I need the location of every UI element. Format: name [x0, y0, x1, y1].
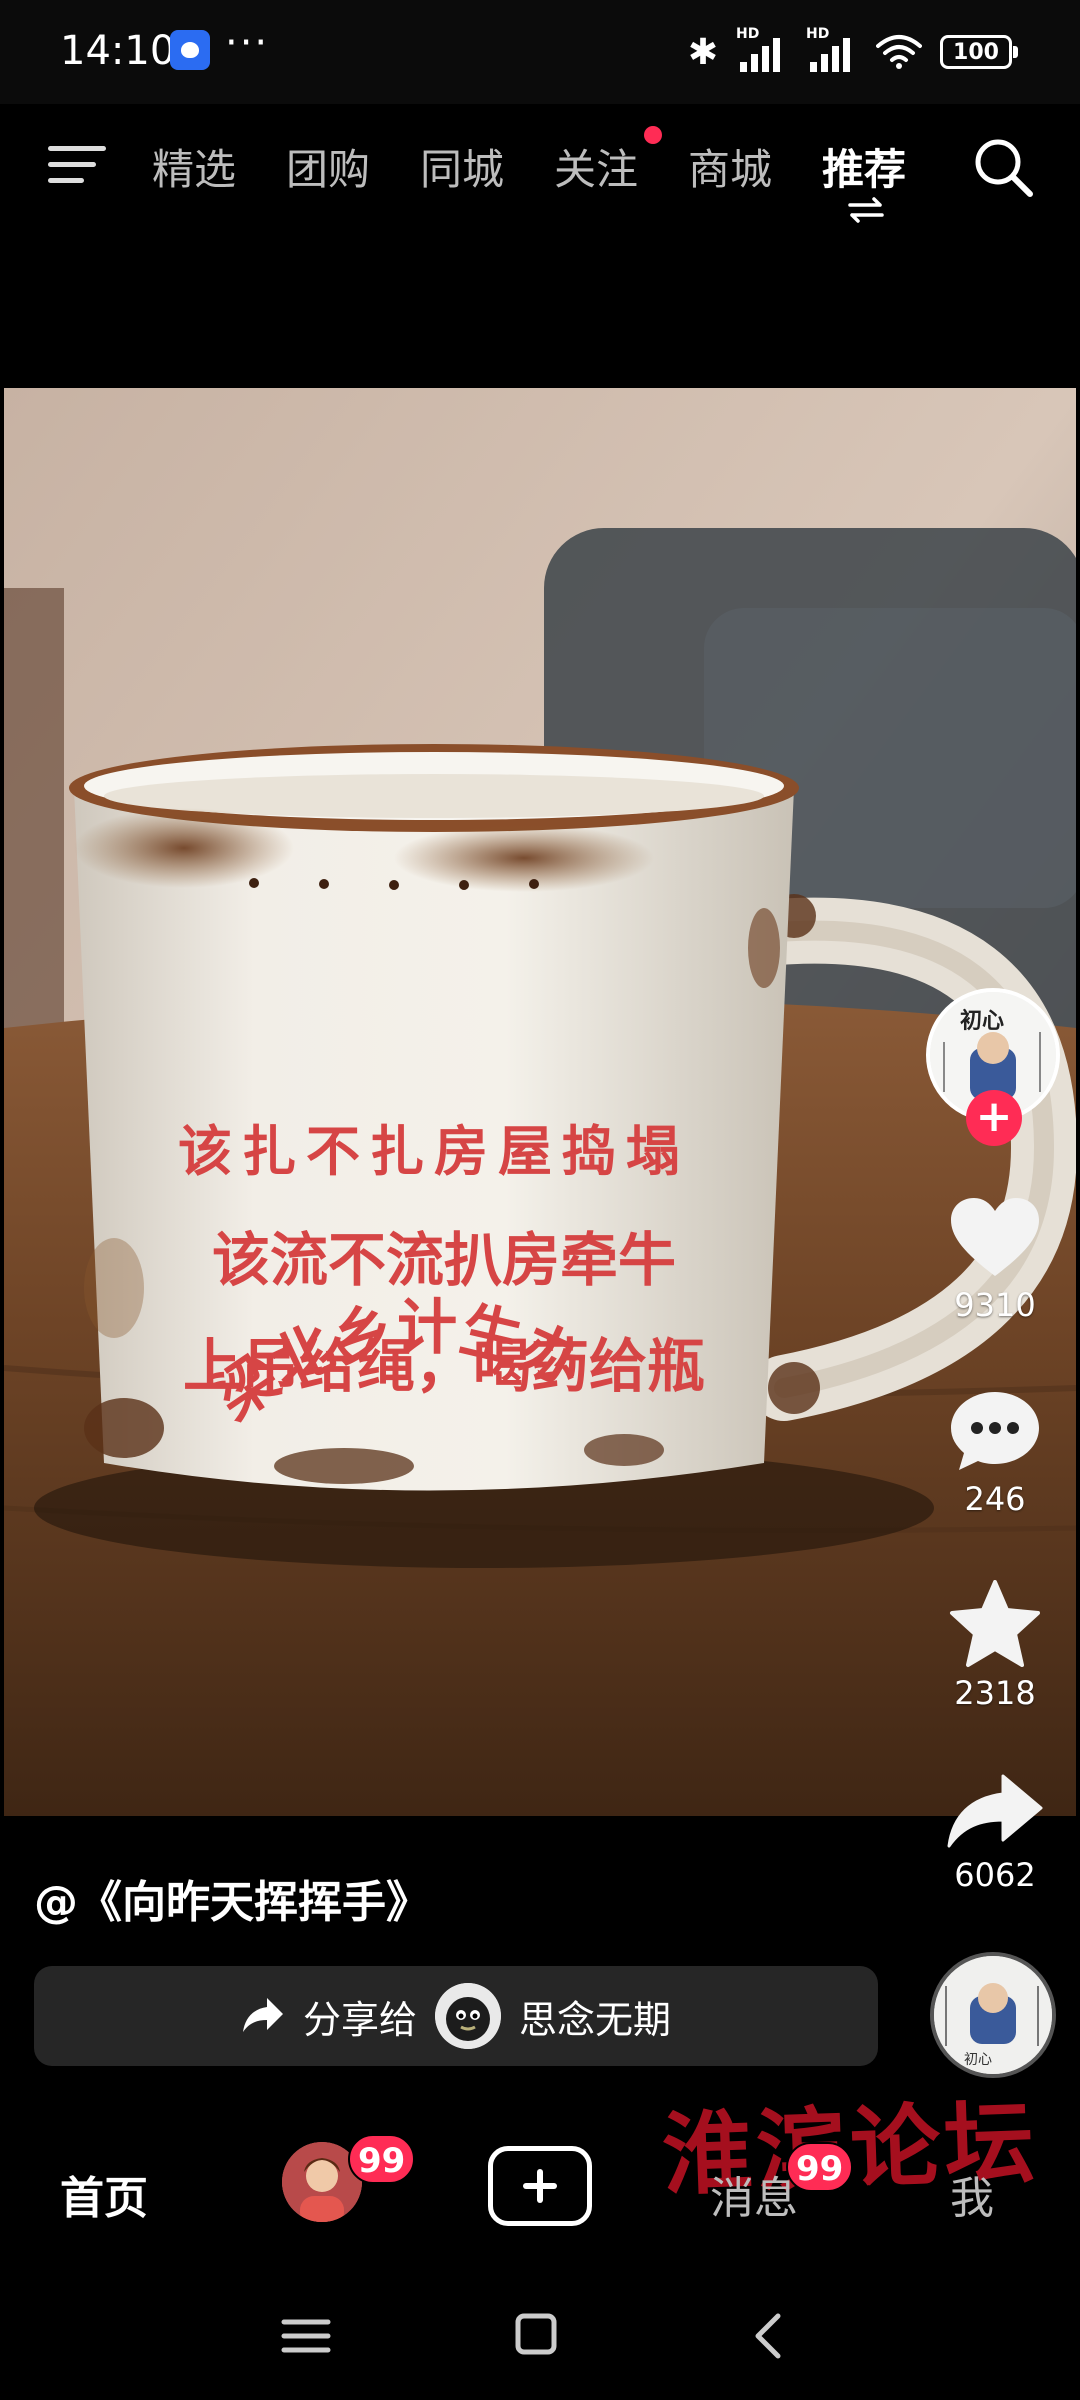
heart-icon[interactable] — [949, 1196, 1041, 1280]
svg-text:初心: 初心 — [960, 1008, 1004, 1034]
tab-group-buy[interactable]: 团购 — [286, 136, 370, 197]
tab-me[interactable]: 我 — [950, 2162, 994, 2226]
favorite-count: 2318 — [954, 1674, 1036, 1712]
add-content-button[interactable] — [488, 2146, 592, 2226]
comment-icon[interactable] — [949, 1388, 1041, 1474]
following-notification-dot — [644, 126, 662, 144]
author-name[interactable]: @《向昨天挥挥手》 — [34, 1866, 430, 1930]
tab-recommend[interactable]: 推荐 — [822, 136, 906, 197]
friends-badge: 99 — [348, 2134, 416, 2184]
bottom-tab-bar: 首页 99 消息 99 我 — [0, 2120, 1080, 2260]
share-action[interactable]: 6062 — [930, 1772, 1060, 1894]
status-bar: 14:10 ··· ✱ HD HD 100 — [0, 0, 1080, 104]
share-to-friend-bar[interactable]: 分享给 思念无期 — [34, 1966, 878, 2066]
favorite-action[interactable]: 2318 — [930, 1580, 1060, 1712]
star-icon[interactable] — [949, 1580, 1041, 1668]
friend-name: 思念无期 — [519, 1997, 672, 2042]
tab-featured[interactable]: 精选 — [152, 136, 236, 197]
signal-icon: HD — [736, 26, 788, 72]
recent-apps-icon[interactable] — [276, 2310, 336, 2362]
friend-avatar — [435, 1983, 501, 2049]
mug-photo: 梁北乡计生办 该扎不扎房屋捣塌 该流不流扒房牵牛 上吊给绳，喝药给瓶 — [4, 388, 1076, 1816]
top-nav: 精选 团购 同城 关注 商城 推荐 — [0, 104, 1080, 234]
comment-action[interactable]: 246 — [930, 1388, 1060, 1518]
back-icon[interactable] — [740, 2310, 800, 2362]
share-count: 6062 — [954, 1856, 1036, 1894]
bluetooth-icon: ✱ — [687, 31, 718, 73]
post-image[interactable]: 梁北乡计生办 该扎不扎房屋捣塌 该流不流扒房牵牛 上吊给绳，喝药给瓶 — [4, 388, 1076, 1816]
tab-messages[interactable]: 消息 — [710, 2162, 798, 2226]
music-disc[interactable]: 初心 — [930, 1952, 1056, 2078]
wifi-icon — [876, 35, 922, 69]
follow-button[interactable]: + — [966, 1090, 1022, 1146]
tab-home[interactable]: 首页 — [60, 2162, 148, 2226]
search-icon[interactable] — [972, 136, 1034, 198]
home-icon[interactable] — [506, 2310, 566, 2362]
more-notifications-icon: ··· — [225, 20, 270, 66]
menu-icon[interactable] — [48, 142, 106, 188]
battery-level: 100 — [953, 39, 999, 65]
mug-text-line2: 该流不流扒房牵牛 — [212, 1226, 676, 1294]
tab-local[interactable]: 同城 — [420, 136, 504, 197]
comment-count: 246 — [964, 1480, 1026, 1518]
status-icons: ✱ HD HD 100 — [687, 26, 1018, 76]
signal-icon-2: HD — [806, 26, 858, 72]
swap-icon[interactable] — [848, 196, 884, 224]
battery-icon: 100 — [940, 35, 1018, 69]
share-label: 分享给 — [302, 1997, 417, 2042]
share-icon — [242, 1998, 283, 2032]
mug-text-line3: 上吊给绳，喝药给瓶 — [183, 1332, 705, 1400]
system-navigation-bar — [0, 2270, 1080, 2400]
baidu-app-icon — [170, 30, 210, 70]
tab-following[interactable]: 关注 — [554, 136, 638, 197]
status-time: 14:10 — [60, 28, 176, 74]
like-count: 9310 — [954, 1286, 1036, 1324]
svg-text:初心: 初心 — [964, 2051, 992, 2068]
share-arrow-icon[interactable] — [947, 1772, 1043, 1850]
like-action[interactable]: 9310 — [930, 1196, 1060, 1324]
tab-mall[interactable]: 商城 — [688, 136, 772, 197]
messages-badge: 99 — [786, 2142, 854, 2192]
mug-text-line1: 该扎不扎房屋捣塌 — [178, 1120, 690, 1183]
